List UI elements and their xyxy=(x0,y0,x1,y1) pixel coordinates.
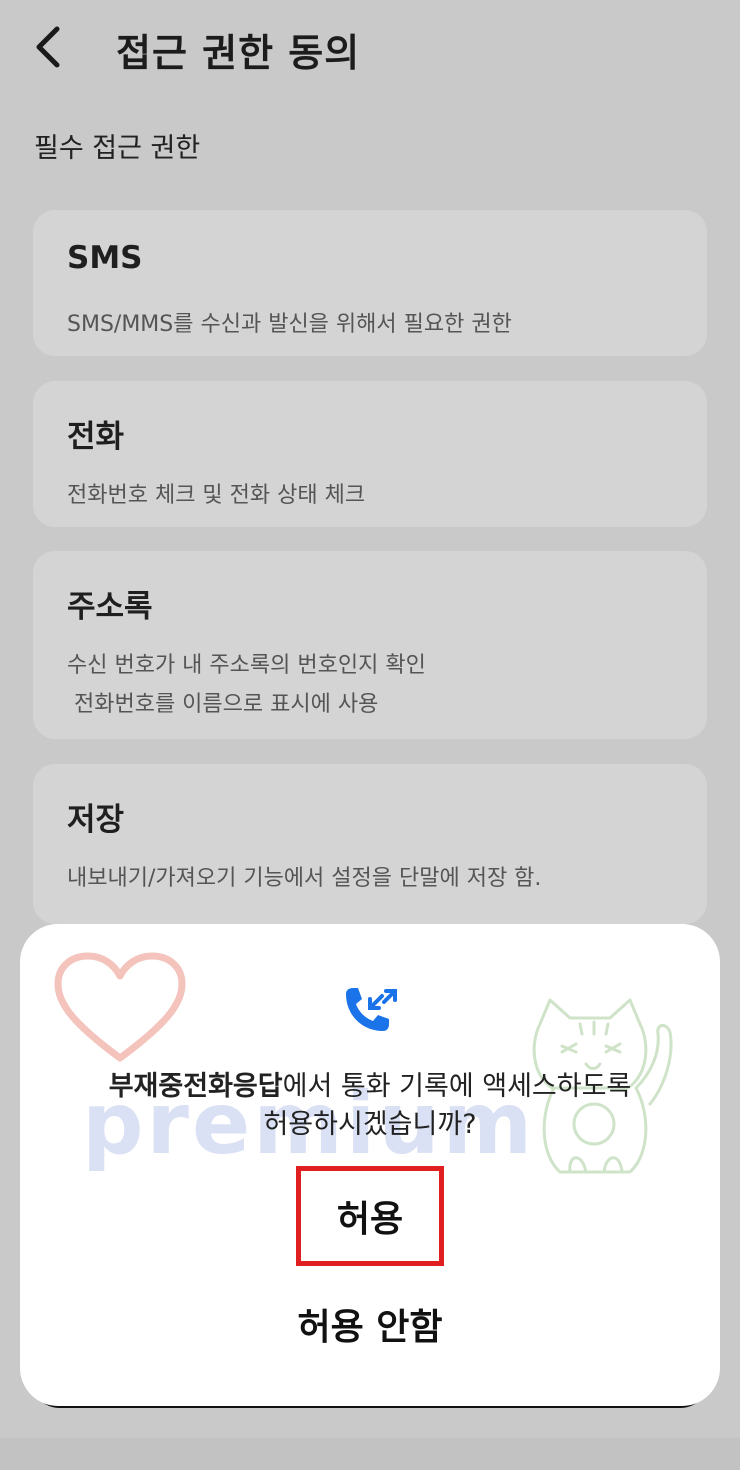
heart-watermark-icon xyxy=(54,952,186,1062)
permission-description: SMS/MMS를 수신과 발신을 위해서 필요한 권한 xyxy=(67,312,512,337)
permission-card-contacts: 주소록 수신 번호가 내 주소록의 번호인지 확인 전화번호를 이름으로 표시에… xyxy=(33,551,707,739)
permission-title: 저장 xyxy=(67,802,125,838)
permission-card-sms: SMS SMS/MMS를 수신과 발신을 위해서 필요한 권한 xyxy=(33,210,707,356)
permission-description: 수신 번호가 내 주소록의 번호인지 확인 전화번호를 이름으로 표시에 사용 xyxy=(67,653,426,717)
navigation-bar xyxy=(0,1438,740,1470)
permission-card-storage: 저장 내보내기/가져오기 기능에서 설정을 단말에 저장 함. xyxy=(33,764,707,924)
message-line2: 허용하시겠습니까? xyxy=(263,1109,477,1140)
permission-description: 전화번호 체크 및 전화 상태 체크 xyxy=(67,483,366,508)
call-log-icon xyxy=(346,988,397,1031)
permission-title: 전화 xyxy=(67,419,125,455)
page-title: 접근 권한 동의 xyxy=(116,31,361,75)
back-button[interactable] xyxy=(26,22,70,72)
permission-dialog: premium 부재중전화응답에서 통화 기록에 액세스하도록 허용하시겠습니까… xyxy=(20,924,720,1406)
permission-title: 주소록 xyxy=(67,589,153,625)
deny-button[interactable]: 허용 안함 xyxy=(20,1296,720,1352)
permission-card-phone: 전화 전화번호 체크 및 전화 상태 체크 xyxy=(33,381,707,527)
dialog-message: 부재중전화응답에서 통화 기록에 액세스하도록 허용하시겠습니까? xyxy=(20,1068,720,1144)
chevron-left-icon xyxy=(36,26,60,68)
section-label: 필수 접근 권한 xyxy=(34,133,201,164)
permission-title: SMS xyxy=(67,240,143,276)
permission-description: 내보내기/가져오기 기능에서 설정을 단말에 저장 함. xyxy=(67,866,542,891)
app-header: 접근 권한 동의 xyxy=(0,0,740,96)
message-line1: 에서 통화 기록에 액세스하도록 xyxy=(282,1071,632,1102)
allow-button[interactable]: 허용 xyxy=(296,1166,444,1266)
app-name: 부재중전화응답 xyxy=(108,1071,283,1102)
